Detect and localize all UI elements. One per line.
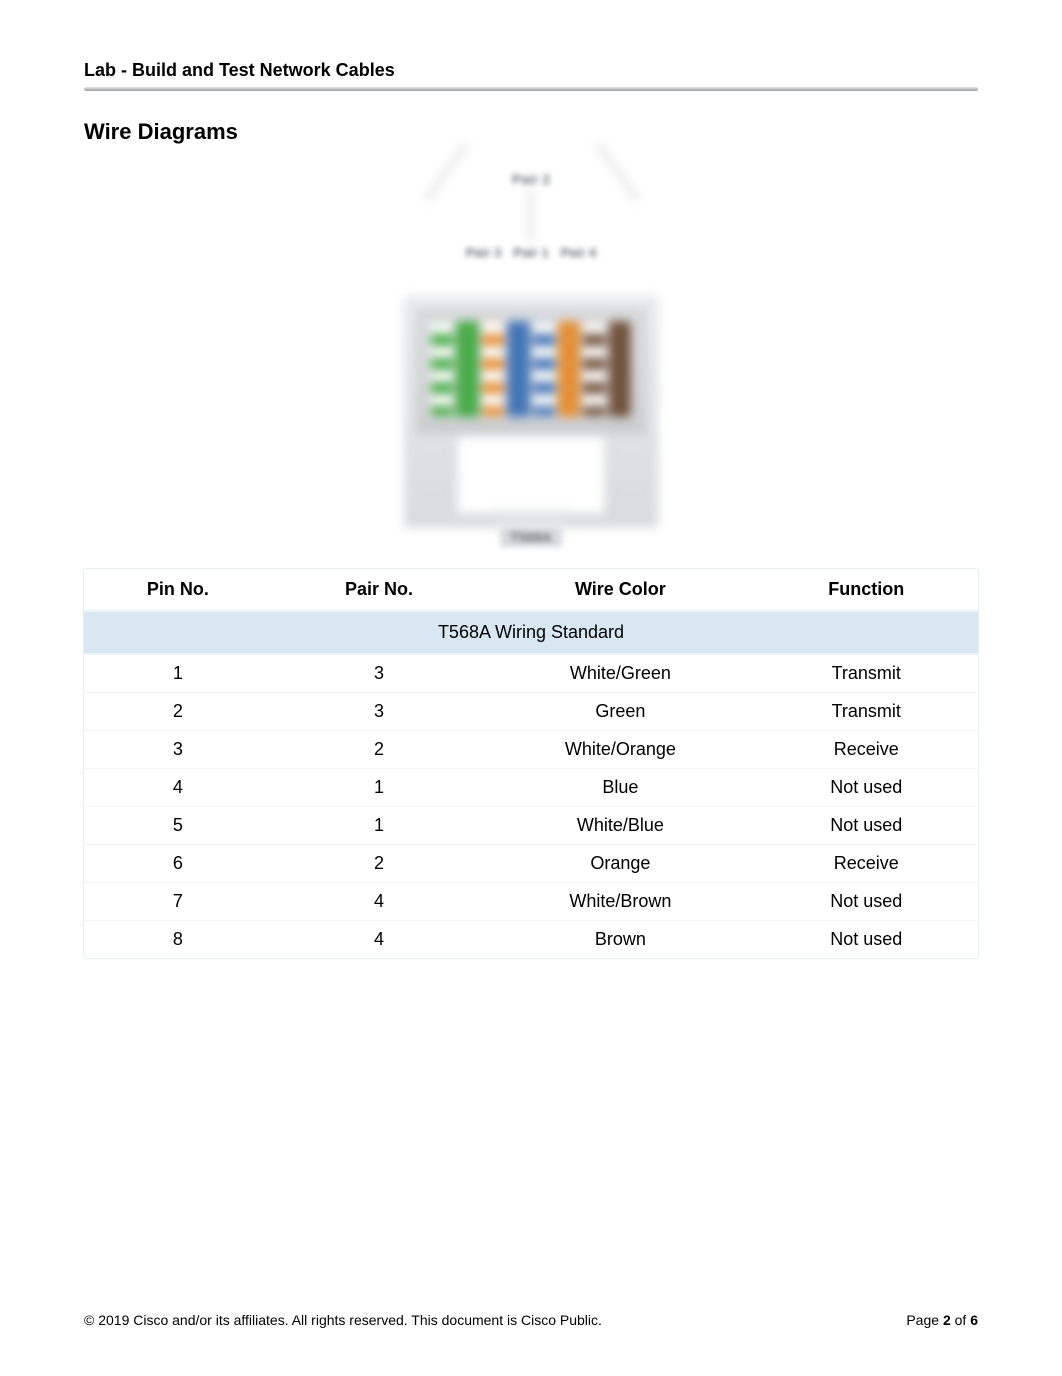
page-footer: © 2019 Cisco and/or its affiliates. All …: [84, 1312, 978, 1328]
cell-pin: 7: [84, 882, 272, 920]
cell-pin: 2: [84, 692, 272, 730]
table-row: 62OrangeReceive: [84, 844, 978, 882]
rj45-wire-row: [425, 317, 637, 421]
cell-function: Not used: [754, 882, 978, 920]
cell-function: Transmit: [754, 654, 978, 692]
cell-pin: 5: [84, 806, 272, 844]
page-current: 2: [943, 1312, 951, 1328]
cell-pin: 4: [84, 768, 272, 806]
page-prefix: Page: [906, 1312, 943, 1328]
section-heading: Wire Diagrams: [84, 119, 978, 145]
cell-pin: 1: [84, 654, 272, 692]
cell-color: White/Orange: [486, 730, 754, 768]
diagram-mid-label: Pair 4: [561, 245, 596, 260]
rj45-wire: [507, 321, 529, 417]
cell-pin: 8: [84, 920, 272, 958]
cell-pair: 4: [272, 920, 487, 958]
col-pin-no: Pin No.: [84, 569, 272, 611]
table-header-row: Pin No. Pair No. Wire Color Function: [84, 569, 978, 611]
cell-color: White/Green: [486, 654, 754, 692]
page-total: 6: [970, 1312, 978, 1328]
title-rule: [84, 87, 978, 91]
wiring-standard-table: T568A Wiring Standard Pin No. Pair No. W…: [84, 569, 978, 958]
rj45-wire: [609, 321, 631, 417]
rj45-wire: [456, 321, 478, 417]
cell-color: Orange: [486, 844, 754, 882]
diagram-arrow: [425, 143, 467, 201]
diagram-bottom-label: T568A: [500, 527, 562, 547]
table-title: T568A Wiring Standard: [84, 611, 978, 654]
col-pair-no: Pair No.: [272, 569, 487, 611]
rj45-wire: [583, 321, 605, 417]
cell-pair: 4: [272, 882, 487, 920]
rj45-diagram: Pair 2 Pair 3 Pair 1 Pair 4 T568A: [401, 167, 661, 547]
rj45-wire: [558, 321, 580, 417]
rj45-wire: [482, 321, 504, 417]
rj45-tab-slot: [456, 435, 606, 515]
cell-color: Brown: [486, 920, 754, 958]
cell-function: Receive: [754, 844, 978, 882]
wire-diagram: Pair 2 Pair 3 Pair 1 Pair 4 T568A: [84, 167, 978, 547]
table-row: 51White/BlueNot used: [84, 806, 978, 844]
cell-pair: 3: [272, 692, 487, 730]
cell-pair: 2: [272, 730, 487, 768]
cell-pin: 3: [84, 730, 272, 768]
cell-color: White/Blue: [486, 806, 754, 844]
cell-pair: 2: [272, 844, 487, 882]
rj45-connector: [405, 297, 657, 525]
rj45-tab: [494, 511, 568, 527]
table-row: 23GreenTransmit: [84, 692, 978, 730]
rj45-wire: [431, 321, 453, 417]
document-title: Lab - Build and Test Network Cables: [84, 60, 978, 81]
cell-color: White/Brown: [486, 882, 754, 920]
cell-function: Not used: [754, 920, 978, 958]
diagram-arrow: [597, 143, 639, 201]
table-row: 32White/OrangeReceive: [84, 730, 978, 768]
cell-function: Transmit: [754, 692, 978, 730]
diagram-mid-label: Pair 3: [466, 245, 501, 260]
diagram-arrow: [530, 189, 532, 241]
rj45-wire: [533, 321, 555, 417]
table-row: 74White/BrownNot used: [84, 882, 978, 920]
col-wire-color: Wire Color: [486, 569, 754, 611]
table-title-row: T568A Wiring Standard: [84, 611, 978, 654]
col-function: Function: [754, 569, 978, 611]
cell-pair: 1: [272, 768, 487, 806]
diagram-mid-label: Pair 1: [513, 245, 548, 260]
cell-color: Blue: [486, 768, 754, 806]
table-row: 84BrownNot used: [84, 920, 978, 958]
cell-function: Not used: [754, 768, 978, 806]
copyright-text: © 2019 Cisco and/or its affiliates. All …: [84, 1312, 602, 1328]
cell-function: Not used: [754, 806, 978, 844]
table-row: 13White/GreenTransmit: [84, 654, 978, 692]
cell-function: Receive: [754, 730, 978, 768]
table-body: 13White/GreenTransmit23GreenTransmit32Wh…: [84, 654, 978, 958]
cell-pin: 6: [84, 844, 272, 882]
cell-pair: 3: [272, 654, 487, 692]
cell-pair: 1: [272, 806, 487, 844]
page-sep: of: [951, 1312, 970, 1328]
page-number: Page 2 of 6: [906, 1312, 978, 1328]
diagram-top-label: Pair 2: [512, 171, 550, 187]
table-row: 41BlueNot used: [84, 768, 978, 806]
diagram-mid-labels: Pair 3 Pair 1 Pair 4: [401, 245, 661, 260]
cell-color: Green: [486, 692, 754, 730]
document-page: Lab - Build and Test Network Cables Wire…: [0, 0, 1062, 1376]
